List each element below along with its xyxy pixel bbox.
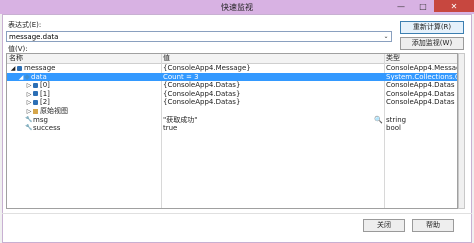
maximize-button[interactable]: □	[412, 0, 434, 12]
cell-name: ▷ [0]	[7, 81, 179, 89]
expand-toggle-icon[interactable]: ◢	[10, 65, 16, 72]
property-wrench-icon: 🔧	[25, 115, 33, 123]
cell-value[interactable]: {ConsoleApp4.Datas}	[163, 90, 383, 98]
raw-view-icon	[33, 108, 38, 114]
table-row[interactable]: 🔧success true bool	[7, 124, 457, 132]
row-name: [0]	[40, 81, 50, 90]
column-header-name[interactable]: 名称	[9, 54, 162, 62]
expand-toggle-icon[interactable]: ▷	[26, 108, 32, 115]
magnifier-icon[interactable]: 🔍	[374, 116, 383, 124]
row-name: success	[33, 124, 61, 133]
expand-toggle-icon[interactable]: ◢	[18, 74, 24, 81]
expression-input[interactable]	[9, 32, 379, 41]
expand-toggle-icon[interactable]: ▷	[26, 99, 32, 106]
help-button[interactable]: 帮助	[412, 219, 454, 232]
object-icon	[33, 99, 38, 105]
cell-type: bool	[386, 124, 401, 133]
window-controls: — □ ✕	[390, 0, 474, 12]
cell-type: ConsoleApp4.Datas	[386, 81, 455, 90]
object-icon	[17, 65, 22, 71]
cell-value[interactable]: {ConsoleApp4.Datas}	[163, 81, 383, 89]
grid-header: 名称 值 类型	[7, 54, 457, 64]
column-header-value[interactable]: 值	[163, 54, 383, 62]
table-row[interactable]: 🔧msg "获取成功" 🔍 string	[7, 116, 457, 124]
expand-toggle-icon[interactable]: ▷	[26, 91, 32, 98]
expression-combobox[interactable]: ⌄	[6, 31, 392, 42]
cell-name: ▷ [1]	[7, 90, 179, 98]
row-name: message	[24, 64, 56, 72]
cell-value[interactable]: {ConsoleApp4.Datas}	[163, 98, 383, 106]
minimize-button[interactable]: —	[390, 0, 412, 12]
cell-type: string	[386, 115, 407, 124]
cell-type: System.Collections.Gener...	[386, 72, 458, 81]
cell-value[interactable]: true	[163, 124, 383, 132]
cell-value[interactable]: Count = 3	[163, 73, 383, 81]
field-icon	[24, 73, 30, 80]
object-icon	[33, 91, 38, 97]
row-name: msg	[33, 115, 48, 124]
row-name: [2]	[40, 98, 50, 107]
table-row[interactable]: ▷ [2] {ConsoleApp4.Datas} ConsoleApp4.Datas	[7, 98, 457, 106]
close-button[interactable]: 关闭	[363, 219, 405, 232]
table-row[interactable]: ▷ 原始视图	[7, 107, 457, 115]
cell-value[interactable]: {ConsoleApp4.Message}	[163, 64, 383, 72]
footer-divider	[2, 213, 472, 214]
table-row[interactable]: ▷ [0] {ConsoleApp4.Datas} ConsoleApp4.Datas	[7, 81, 457, 89]
cell-name: ◢ message	[7, 64, 163, 72]
table-row[interactable]: ▷ [1] {ConsoleApp4.Datas} ConsoleApp4.Datas	[7, 90, 457, 98]
recalculate-button[interactable]: 重新计算(R)	[400, 21, 464, 34]
row-name: [1]	[40, 89, 50, 98]
close-window-button[interactable]: ✕	[434, 0, 474, 12]
cell-name: 🔧success	[7, 124, 171, 132]
column-header-type[interactable]: 类型	[386, 54, 457, 62]
watch-grid[interactable]: 名称 值 类型 ◢ message {ConsoleApp4.Message} Con…	[6, 53, 458, 209]
title-bar: 快速监视 — □ ✕	[0, 0, 474, 14]
cell-type	[386, 107, 457, 115]
cell-value[interactable]	[163, 107, 383, 115]
table-row[interactable]: ◢ data Count = 3System.Collections.Gener..…	[7, 72, 458, 81]
cell-name: ◢ data	[7, 73, 171, 81]
object-icon	[33, 82, 38, 88]
expression-label: 表达式(E):	[8, 21, 42, 29]
cell-name: ▷ 原始视图	[7, 107, 179, 115]
row-name: 原始视图	[40, 107, 68, 115]
cell-type: ConsoleApp4.Datas	[386, 98, 455, 107]
cell-type: ConsoleApp4.Datas	[386, 89, 455, 98]
vertical-scrollbar[interactable]	[458, 53, 465, 209]
expand-toggle-icon[interactable]: ▷	[26, 82, 32, 89]
cell-name: 🔧msg	[7, 116, 171, 124]
cell-type: ConsoleApp4.Message	[386, 64, 458, 72]
add-watch-button[interactable]: 添加监视(W)	[400, 37, 464, 50]
table-row[interactable]: ◢ message {ConsoleApp4.Message} ConsoleApp4…	[7, 64, 457, 72]
cell-name: ▷ [2]	[7, 98, 179, 106]
cell-value[interactable]: "获取成功"	[163, 116, 383, 124]
row-name: data	[31, 72, 47, 81]
chevron-down-icon[interactable]: ⌄	[382, 33, 390, 40]
property-wrench-icon: 🔧	[25, 124, 33, 132]
